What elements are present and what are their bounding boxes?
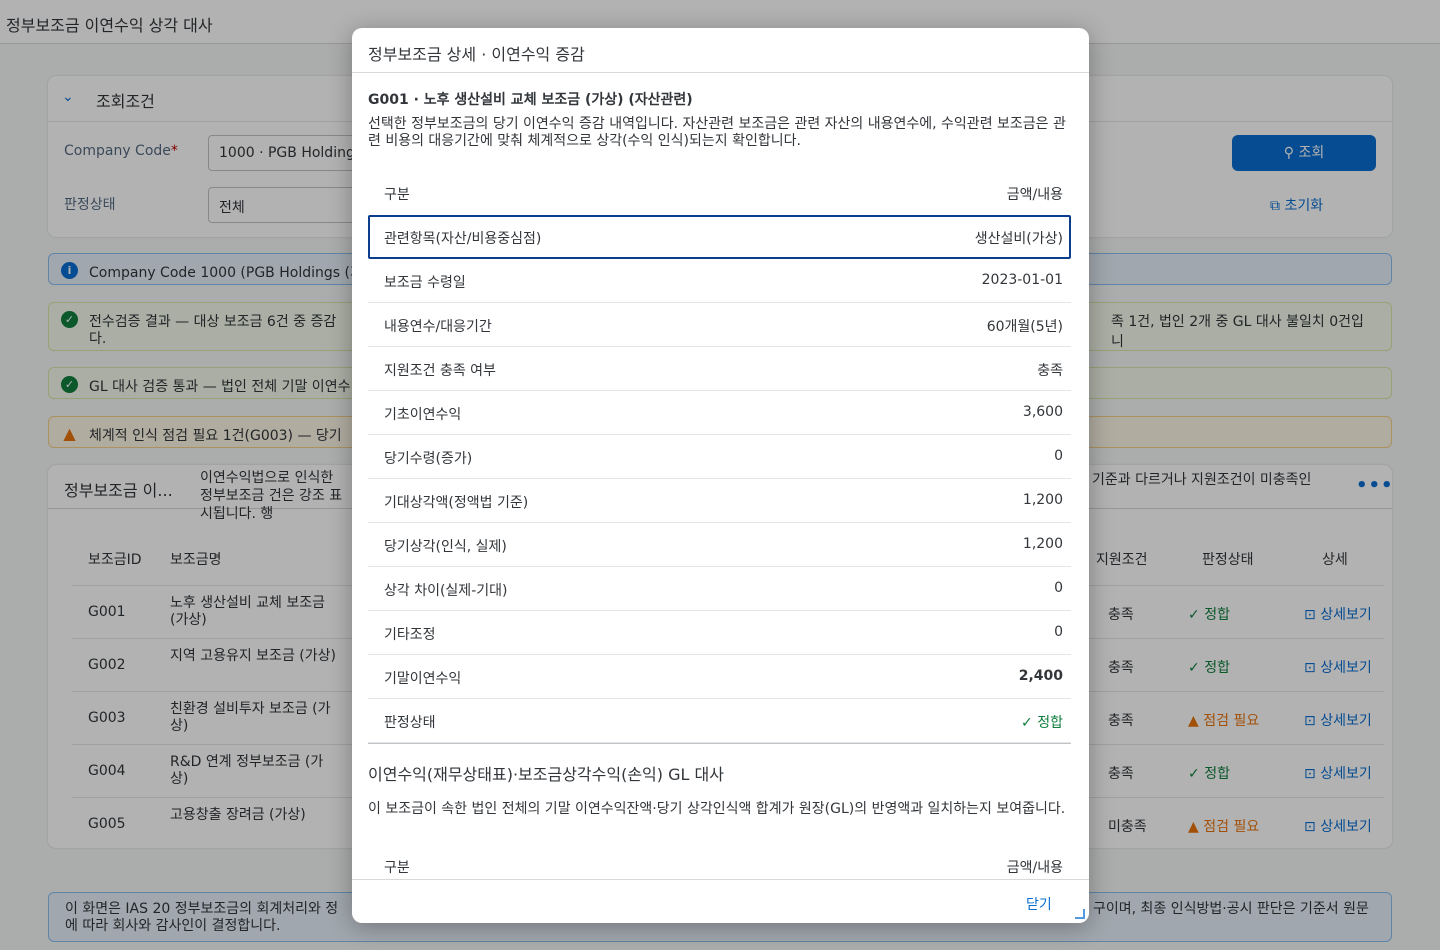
- gl-reconciliation-title: 이연수익(재무상태표)·보조금상각수익(손익) GL 대사: [368, 765, 724, 784]
- detail-row-value: 0: [1054, 580, 1063, 596]
- dialog-body[interactable]: G001 · 노후 생산설비 교체 보조금 (가상) (자산관련) 선택한 정부…: [352, 73, 1089, 879]
- detail-row[interactable]: 보조금 수령일 2023-01-01: [368, 259, 1071, 303]
- detail-row-label: 기말이연수익: [384, 671, 462, 687]
- detail-row-label: 내용연수/대응기간: [384, 319, 492, 335]
- detail-row-value: 60개월(5년): [986, 319, 1063, 335]
- detail-row-value: ✓ 정합: [1021, 715, 1063, 731]
- section-divider: [368, 743, 1071, 744]
- detail-row-value: 생산설비(가상): [974, 231, 1063, 247]
- detail-row-label: 기타조정: [384, 627, 436, 643]
- detail-row[interactable]: 기타조정 0: [368, 611, 1071, 655]
- detail-row-value: 3,600: [1022, 404, 1063, 420]
- detail-row-label: 지원조건 충족 여부: [384, 363, 496, 379]
- grant-detail-dialog: 정부보조금 상세 · 이연수익 증감 G001 · 노후 생산설비 교체 보조금…: [352, 28, 1089, 923]
- detail-row-label: 당기상각(인식, 실제): [384, 539, 507, 555]
- detail-row[interactable]: 판정상태 ✓ 정합: [368, 699, 1071, 743]
- gl-table-header: 구분 금액/내용: [384, 860, 1063, 876]
- detail-row[interactable]: 기초이연수익 3,600: [368, 391, 1071, 435]
- detail-row-label: 기초이연수익: [384, 407, 462, 423]
- detail-row-value: 2,400: [1018, 668, 1063, 684]
- detail-row-label: 당기수령(증가): [384, 451, 473, 467]
- detail-row-label: 상각 차이(실제-기대): [384, 583, 508, 599]
- grant-description: 선택한 정부보조금의 당기 이연수익 증감 내역입니다. 자산관련 보조금은 관…: [368, 116, 1066, 149]
- dialog-footer: 닫기: [352, 879, 1089, 923]
- detail-row[interactable]: 지원조건 충족 여부 충족: [368, 347, 1071, 391]
- detail-row[interactable]: 상각 차이(실제-기대) 0: [368, 567, 1071, 611]
- detail-row-value: 1,200: [1022, 536, 1063, 552]
- detail-row-label: 보조금 수령일: [384, 275, 466, 291]
- detail-row-value: 충족: [1037, 363, 1063, 379]
- dialog-title: 정부보조금 상세 · 이연수익 증감: [368, 45, 585, 64]
- detail-row-label: 판정상태: [384, 715, 436, 731]
- detail-row[interactable]: 기대상각액(정액법 기준) 1,200: [368, 479, 1071, 523]
- close-button[interactable]: 닫기: [1026, 894, 1052, 914]
- detail-row-value: 0: [1054, 448, 1063, 464]
- detail-table-header: 구분 금액/내용: [384, 187, 1063, 203]
- grant-subtitle: G001 · 노후 생산설비 교체 보조금 (가상) (자산관련): [368, 92, 693, 108]
- check-icon: ✓: [1021, 715, 1033, 731]
- detail-row-value: 2023-01-01: [981, 272, 1063, 288]
- detail-row[interactable]: 당기상각(인식, 실제) 1,200: [368, 523, 1071, 567]
- detail-row-label: 관련항목(자산/비용중심점): [384, 231, 542, 247]
- detail-row-value: 1,200: [1022, 492, 1063, 508]
- detail-row[interactable]: 내용연수/대응기간 60개월(5년): [368, 303, 1071, 347]
- detail-row-value: 0: [1054, 624, 1063, 640]
- resize-handle-icon[interactable]: [1075, 909, 1085, 919]
- gl-reconciliation-desc: 이 보조금이 속한 법인 전체의 기말 이연수익잔액·당기 상각인식액 합계가 …: [368, 801, 1066, 817]
- detail-row[interactable]: 관련항목(자산/비용중심점) 생산설비(가상): [368, 215, 1071, 259]
- detail-row[interactable]: 기말이연수익 2,400: [368, 655, 1071, 699]
- detail-row-label: 기대상각액(정액법 기준): [384, 495, 529, 511]
- dialog-header: 정부보조금 상세 · 이연수익 증감: [352, 28, 1089, 73]
- detail-row[interactable]: 당기수령(증가) 0: [368, 435, 1071, 479]
